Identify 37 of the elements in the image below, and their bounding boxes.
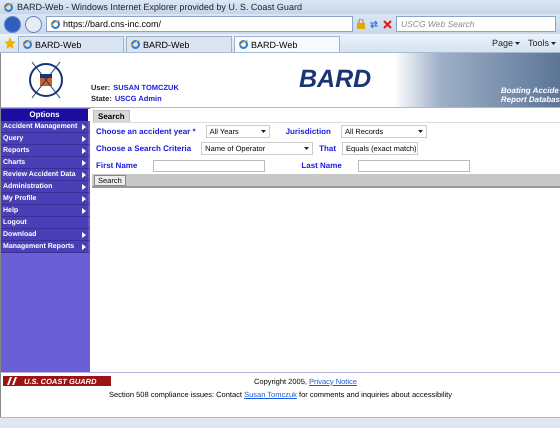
browser-icon (131, 40, 140, 49)
search-tab[interactable]: Search (93, 110, 130, 122)
back-button[interactable] (4, 16, 21, 32)
search-field[interactable]: USCG Web Search (396, 16, 556, 32)
browser-icon (4, 2, 13, 12)
tagline: Boating Accide (500, 86, 560, 95)
close-icon[interactable] (383, 20, 392, 28)
browser-icon (23, 40, 32, 49)
sidebar-heading: Options (1, 109, 90, 121)
refresh-icon[interactable] (369, 19, 379, 29)
tagline: Report Databas (500, 95, 560, 104)
caret-icon (418, 130, 423, 133)
browser-icon (51, 20, 60, 28)
address-field[interactable]: https://bard.cns-inc.com/ (46, 16, 353, 32)
field-label: That (319, 143, 336, 154)
field-label: Jurisdiction (286, 126, 331, 137)
browser-icon (239, 40, 248, 49)
star-icon[interactable] (4, 37, 16, 49)
lock-icon (357, 19, 365, 29)
field-label: Last Name (301, 160, 342, 171)
field-label: First Name (96, 160, 138, 171)
field-label: Choose an accident year * (96, 126, 196, 137)
last-name-field[interactable] (358, 160, 470, 172)
toolbar-menu[interactable]: Page (492, 38, 520, 48)
caret-icon (304, 147, 310, 150)
first-name-field[interactable] (153, 160, 266, 172)
field-label: Choose a Search Criteria (96, 143, 192, 154)
toolbar-menu[interactable]: Tools (528, 38, 556, 48)
app-logo: BARD (298, 64, 372, 95)
window-title: BARD-Web - Windows Internet Explorer provided by U. S. Coast Guard (17, 2, 302, 12)
forward-button[interactable] (25, 16, 42, 32)
browser-tab[interactable]: BARD-Web (126, 36, 232, 52)
caret-icon (260, 130, 266, 133)
browser-tab[interactable]: BARD-Web (18, 36, 124, 52)
caret-icon (551, 42, 556, 44)
caret-icon (514, 42, 520, 44)
browser-tab[interactable]: BARD-Web (234, 36, 340, 52)
